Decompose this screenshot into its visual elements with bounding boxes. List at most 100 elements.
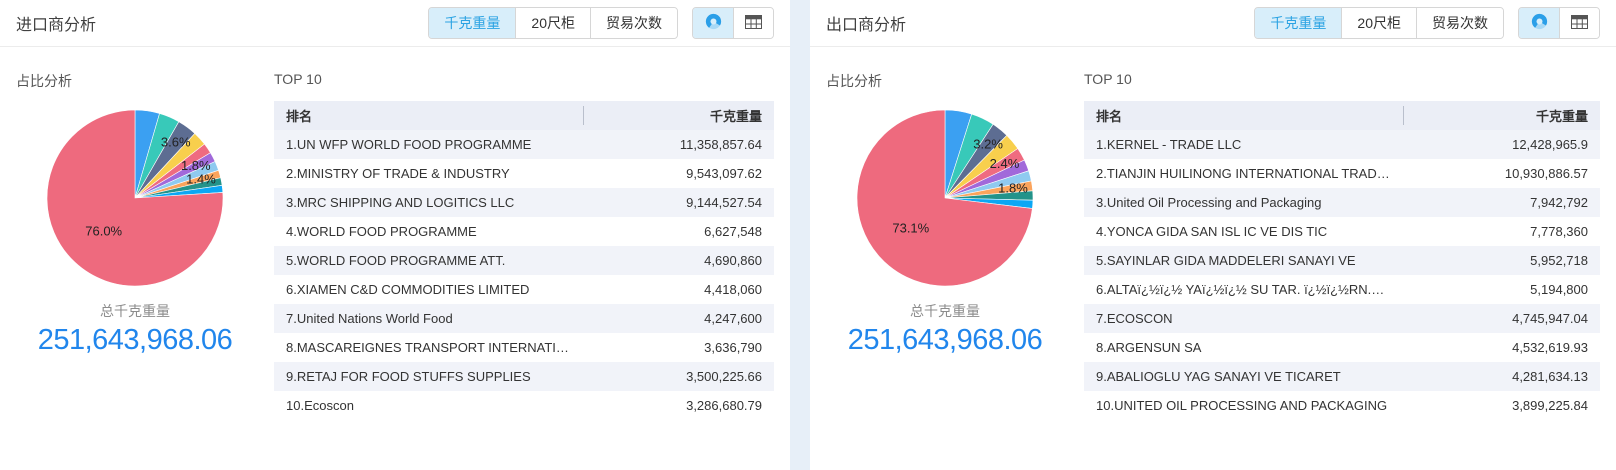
importer-panel-body: 占比分析 3.6%1.8%1.4%76.0% 总千克重量 251,643,968… — [0, 47, 790, 470]
pie-chart: 3.2% 2.4% 1.8% 73.1% — [850, 103, 1040, 293]
table-row[interactable]: 5.WORLD FOOD PROGRAMME ATT.4,690,860 — [274, 246, 774, 275]
proportion-section: 占比分析 3.6%1.8%1.4%76.0% 总千克重量 251,643,968… — [16, 55, 254, 470]
company-name: 9.ABALIOGLU YAG SANAYI VE TICARET — [1084, 362, 1404, 391]
table-row[interactable]: 4.WORLD FOOD PROGRAMME6,627,548 — [274, 217, 774, 246]
pie-chart-container: 3.6%1.8%1.4%76.0% — [40, 103, 230, 293]
pie-view-button[interactable] — [693, 8, 733, 38]
pie-view-button[interactable] — [1519, 8, 1559, 38]
proportion-section: 占比分析 3.2% 2.4% 1.8% 73.1% 总千克重量 251,643,968… — [826, 55, 1064, 470]
table-row[interactable]: 8.MASCAREIGNES TRANSPORT INTERNATIONA3,6… — [274, 333, 774, 362]
tab-trade-count[interactable]: 贸易次数 — [590, 8, 677, 38]
top10-section: TOP 10 排名 千克重量 1.KERNEL - TRADE LLC12,42… — [1084, 55, 1600, 470]
top10-table: 排名 千克重量 1.KERNEL - TRADE LLC12,428,965.9… — [1084, 101, 1600, 420]
top10-title: TOP 10 — [274, 71, 774, 87]
kg-weight-value: 4,690,860 — [584, 246, 774, 275]
importer-panel-header: 进口商分析 千克重量 20尺柜 贸易次数 — [0, 0, 790, 47]
table-row[interactable]: 2.TIANJIN HUILINONG INTERNATIONAL TRADE … — [1084, 159, 1600, 188]
table-view-button[interactable] — [1559, 8, 1599, 38]
kg-weight-value: 3,636,790 — [584, 333, 774, 362]
company-name: 10.UNITED OIL PROCESSING AND PACKAGING — [1084, 391, 1404, 420]
company-name: 3.MRC SHIPPING AND LOGITICS LLC — [274, 188, 584, 217]
top10-section: TOP 10 排名 千克重量 1.UN WFP WORLD FOOD PROGR… — [274, 55, 774, 470]
metric-tabs: 千克重量 20尺柜 贸易次数 — [428, 7, 678, 39]
company-name: 6.ALTAï¿½ï¿½ YAï¿½ï¿½ SU TAR. ï¿½ï¿½RN.G… — [1084, 275, 1404, 304]
pie-slice-label: 2.4% — [990, 156, 1020, 171]
table-row[interactable]: 10.UNITED OIL PROCESSING AND PACKAGING3,… — [1084, 391, 1600, 420]
kg-weight-value: 4,281,634.13 — [1404, 362, 1600, 391]
pie-slice-label: 76.0% — [85, 223, 122, 238]
pie-chart-icon — [1531, 13, 1548, 33]
kg-weight-value: 3,500,225.66 — [584, 362, 774, 391]
table-icon — [1571, 15, 1588, 32]
table-row[interactable]: 6.XIAMEN C&D COMMODITIES LIMITED4,418,06… — [274, 275, 774, 304]
company-name: 10.Ecoscon — [274, 391, 584, 420]
table-row[interactable]: 4.YONCA GIDA SAN ISL IC VE DIS TIC7,778,… — [1084, 217, 1600, 246]
kg-weight-value: 9,144,527.54 — [584, 188, 774, 217]
company-name: 4.WORLD FOOD PROGRAMME — [274, 217, 584, 246]
pie-slice-label: 3.6% — [161, 135, 191, 150]
pie-slice-label: 73.1% — [892, 220, 929, 235]
kg-weight-value: 4,418,060 — [584, 275, 774, 304]
table-row[interactable]: 2.MINISTRY OF TRADE & INDUSTRY9,543,097.… — [274, 159, 774, 188]
table-row[interactable]: 1.UN WFP WORLD FOOD PROGRAMME11,358,857.… — [274, 130, 774, 159]
kg-weight-value: 3,286,680.79 — [584, 391, 774, 420]
exporter-panel-header: 出口商分析 千克重量 20尺柜 贸易次数 — [810, 0, 1616, 47]
table-row[interactable]: 7.United Nations World Food4,247,600 — [274, 304, 774, 333]
table-icon — [745, 15, 762, 32]
trade-analysis-dashboard: 进口商分析 千克重量 20尺柜 贸易次数 — [0, 0, 1616, 470]
table-row[interactable]: 1.KERNEL - TRADE LLC12,428,965.9 — [1084, 130, 1600, 159]
kg-weight-value: 11,358,857.64 — [584, 130, 774, 159]
rank-column-header: 排名 — [274, 101, 584, 130]
proportion-section-title: 占比分析 — [16, 71, 254, 91]
pie-chart-icon — [705, 13, 722, 33]
view-toggle — [1518, 7, 1600, 39]
table-row[interactable]: 9.RETAJ FOR FOOD STUFFS SUPPLIES3,500,22… — [274, 362, 774, 391]
pie-slice-label: 1.8% — [998, 181, 1028, 196]
tab-20ft-container[interactable]: 20尺柜 — [515, 8, 590, 38]
company-name: 7.ECOSCON — [1084, 304, 1404, 333]
table-row[interactable]: 5.SAYINLAR GIDA MADDELERI SANAYI VE5,952… — [1084, 246, 1600, 275]
kg-weight-value: 7,942,792 — [1404, 188, 1600, 217]
tab-kg-weight[interactable]: 千克重量 — [429, 8, 515, 38]
pie-slice-label: 1.4% — [186, 171, 216, 186]
company-name: 2.MINISTRY OF TRADE & INDUSTRY — [274, 159, 584, 188]
page-title: 出口商分析 — [826, 11, 906, 35]
kg-weight-value: 7,778,360 — [1404, 217, 1600, 246]
table-view-button[interactable] — [733, 8, 773, 38]
tab-20ft-container[interactable]: 20尺柜 — [1341, 8, 1416, 38]
kg-weight-value: 12,428,965.9 — [1404, 130, 1600, 159]
company-name: 1.UN WFP WORLD FOOD PROGRAMME — [274, 130, 584, 159]
kg-weight-value: 10,930,886.57 — [1404, 159, 1600, 188]
total-weight-value: 251,643,968.06 — [826, 324, 1064, 357]
pie-chart: 3.6%1.8%1.4%76.0% — [40, 103, 230, 293]
kg-weight-value: 4,532,619.93 — [1404, 333, 1600, 362]
table-row[interactable]: 9.ABALIOGLU YAG SANAYI VE TICARET4,281,6… — [1084, 362, 1600, 391]
view-toggle — [692, 7, 774, 39]
table-row[interactable]: 10.Ecoscon3,286,680.79 — [274, 391, 774, 420]
exporter-panel-body: 占比分析 3.2% 2.4% 1.8% 73.1% 总千克重量 251,643,968… — [810, 47, 1616, 470]
rank-column-header: 排名 — [1084, 101, 1404, 130]
value-column-header: 千克重量 — [1404, 101, 1600, 130]
total-weight-label: 总千克重量 — [16, 301, 254, 321]
table-header-row: 排名 千克重量 — [1084, 101, 1600, 130]
company-name: 4.YONCA GIDA SAN ISL IC VE DIS TIC — [1084, 217, 1404, 246]
proportion-section-title: 占比分析 — [826, 71, 1064, 91]
tab-trade-count[interactable]: 贸易次数 — [1416, 8, 1503, 38]
total-weight-value: 251,643,968.06 — [16, 324, 254, 357]
total-weight-label: 总千克重量 — [826, 301, 1064, 321]
table-header-row: 排名 千克重量 — [274, 101, 774, 130]
company-name: 8.MASCAREIGNES TRANSPORT INTERNATIONA — [274, 333, 584, 362]
table-row[interactable]: 6.ALTAï¿½ï¿½ YAï¿½ï¿½ SU TAR. ï¿½ï¿½RN.G… — [1084, 275, 1600, 304]
kg-weight-value: 4,247,600 — [584, 304, 774, 333]
table-row[interactable]: 3.MRC SHIPPING AND LOGITICS LLC9,144,527… — [274, 188, 774, 217]
metric-tabs: 千克重量 20尺柜 贸易次数 — [1254, 7, 1504, 39]
company-name: 6.XIAMEN C&D COMMODITIES LIMITED — [274, 275, 584, 304]
table-row[interactable]: 8.ARGENSUN SA4,532,619.93 — [1084, 333, 1600, 362]
company-name: 5.WORLD FOOD PROGRAMME ATT. — [274, 246, 584, 275]
company-name: 5.SAYINLAR GIDA MADDELERI SANAYI VE — [1084, 246, 1404, 275]
table-row[interactable]: 3.United Oil Processing and Packaging7,9… — [1084, 188, 1600, 217]
table-row[interactable]: 7.ECOSCON4,745,947.04 — [1084, 304, 1600, 333]
panel-divider — [790, 0, 810, 470]
pie-slice-label: 3.2% — [973, 137, 1003, 152]
tab-kg-weight[interactable]: 千克重量 — [1255, 8, 1341, 38]
